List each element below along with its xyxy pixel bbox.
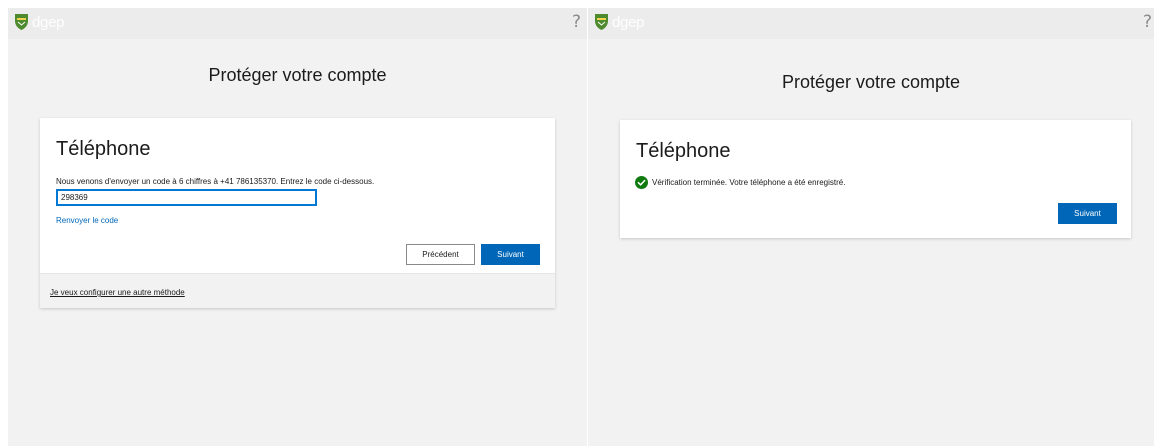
success-message: Vérification terminée. Votre téléphone a… [652, 178, 846, 187]
help-icon[interactable]: ? [1143, 12, 1152, 32]
success-row: Vérification terminée. Votre téléphone a… [635, 176, 845, 189]
verification-code-input[interactable] [56, 189, 317, 206]
card-title: Téléphone [56, 138, 151, 160]
next-button[interactable]: Suivant [1058, 203, 1117, 224]
card-footer: Je veux configurer une autre méthode [40, 273, 555, 308]
next-button[interactable]: Suivant [481, 244, 540, 265]
code-instruction-text: Nous venons d'envoyer un code à 6 chiffr… [56, 177, 375, 186]
verification-complete-panel: dgep ? Protéger votre compte Téléphone V… [588, 8, 1154, 446]
logo-text: dgep [32, 13, 65, 31]
page-title: Protéger votre compte [208, 65, 387, 85]
brand-logo: dgep [14, 13, 64, 31]
shield-logo-icon [595, 14, 608, 30]
code-entry-panel: dgep ? Protéger votre compte Téléphone N… [8, 8, 587, 446]
other-method-link[interactable]: Je veux configurer une autre méthode [50, 288, 185, 297]
help-icon[interactable]: ? [572, 12, 581, 32]
page-title: Protéger votre compte [781, 72, 961, 92]
phone-success-card: Téléphone Vérification terminée. Votre t… [620, 120, 1131, 238]
check-circle-icon [635, 176, 648, 189]
screenshot-stage: dgep ? Protéger votre compte Téléphone N… [0, 0, 1154, 446]
card-title: Téléphone [636, 140, 731, 162]
shield-logo-icon [15, 14, 28, 30]
logo-text: dgep [612, 13, 645, 31]
back-button[interactable]: Précédent [406, 244, 475, 265]
header-bar: dgep ? [588, 8, 1154, 39]
phone-verification-card: Téléphone Nous venons d'envoyer un code … [40, 118, 555, 308]
brand-logo: dgep [594, 13, 644, 31]
header-bar: dgep ? [8, 8, 587, 39]
resend-code-link[interactable]: Renvoyer le code [56, 216, 118, 225]
